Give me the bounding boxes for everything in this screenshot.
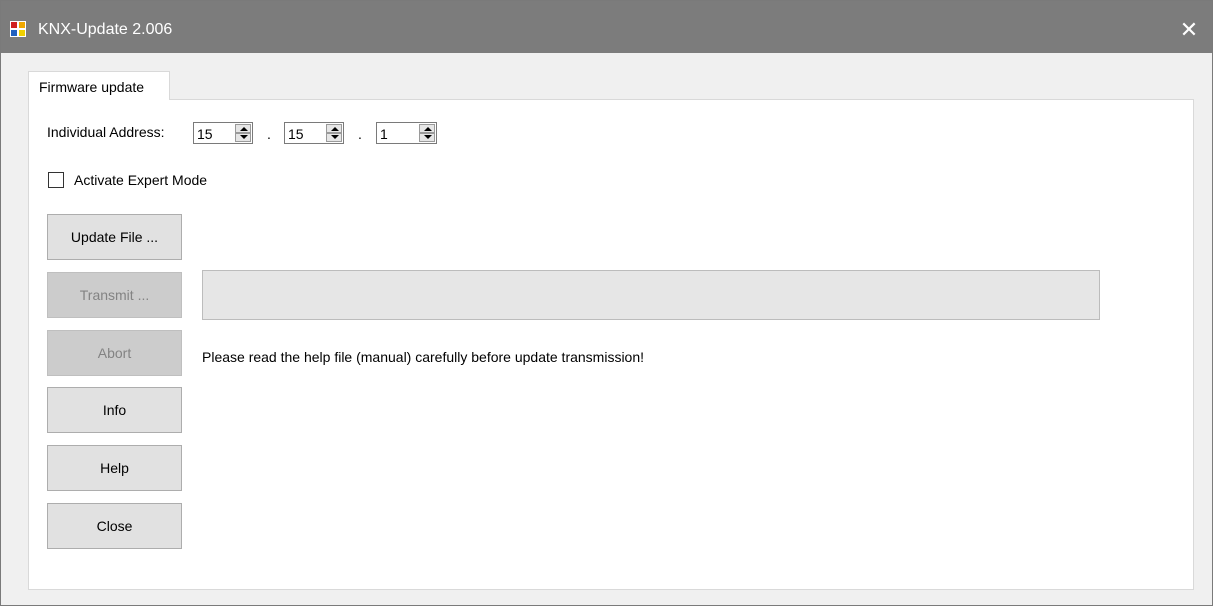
spin-down-icon[interactable] <box>419 133 435 142</box>
tab-firmware-update[interactable]: Firmware update <box>28 71 170 100</box>
address-area-value: 15 <box>197 126 213 142</box>
spin-up-icon[interactable] <box>326 124 342 133</box>
update-file-button[interactable]: Update File ... <box>47 214 182 260</box>
close-button[interactable]: Close <box>47 503 182 549</box>
close-window-icon[interactable]: ✕ <box>1166 2 1212 54</box>
spin-up-icon[interactable] <box>235 124 251 133</box>
address-separator: . <box>358 126 362 142</box>
spin-down-icon[interactable] <box>326 133 342 142</box>
help-notice-text: Please read the help file (manual) caref… <box>202 349 645 365</box>
expert-mode-checkbox[interactable] <box>48 172 64 188</box>
address-line-value: 15 <box>288 126 304 142</box>
spin-down-icon[interactable] <box>235 133 251 142</box>
spin-up-icon[interactable] <box>419 124 435 133</box>
address-device-stepper[interactable]: 1 <box>376 122 437 144</box>
transmission-progress-bar <box>202 270 1100 320</box>
window-title: KNX-Update 2.006 <box>38 21 173 38</box>
address-area-stepper[interactable]: 15 <box>193 122 253 144</box>
individual-address-label: Individual Address: <box>47 124 165 140</box>
abort-button[interactable]: Abort <box>47 330 182 376</box>
help-button[interactable]: Help <box>47 445 182 491</box>
address-device-value: 1 <box>380 126 388 142</box>
expert-mode-label[interactable]: Activate Expert Mode <box>74 172 207 188</box>
title-bar[interactable]: KNX-Update 2.006 ✕ <box>1 1 1212 53</box>
info-button[interactable]: Info <box>47 387 182 433</box>
knx-app-icon <box>10 21 26 37</box>
address-line-stepper[interactable]: 15 <box>284 122 344 144</box>
transmit-button[interactable]: Transmit ... <box>47 272 182 318</box>
address-separator: . <box>267 126 271 142</box>
